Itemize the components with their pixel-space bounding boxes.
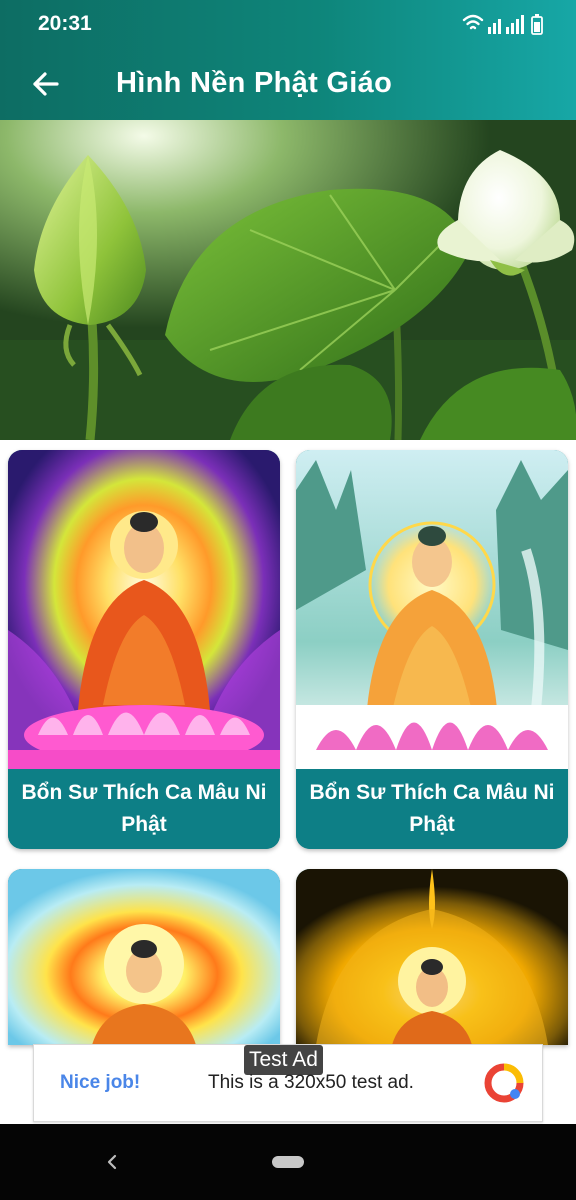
status-time: 20:31 — [38, 12, 92, 35]
ad-logo[interactable] — [484, 1063, 524, 1103]
wallpaper-card[interactable]: Bổn Sư Thích Ca Mâu Ni Phật — [296, 450, 568, 849]
ad-body-text[interactable]: This is a 320x50 test ad. — [208, 1072, 414, 1094]
wallpaper-card[interactable] — [296, 869, 568, 1045]
signal-icon — [488, 15, 524, 34]
buddha-image — [296, 869, 568, 1045]
admob-logo-icon — [484, 1063, 524, 1103]
wallpaper-title: Bổn Sư Thích Ca Mâu Ni Phật — [8, 769, 280, 849]
wifi-icon — [462, 14, 484, 30]
app-bar: 20:31 Hình Nền Phật Giáo — [0, 0, 576, 120]
status-icons — [462, 14, 543, 35]
chevron-left-icon — [107, 1154, 117, 1170]
nav-home-button[interactable] — [272, 1156, 304, 1168]
wallpaper-title: Bổn Sư Thích Ca Mâu Ni Phật — [296, 769, 568, 849]
nav-back-button[interactable] — [102, 1150, 122, 1174]
wallpaper-card[interactable]: Bổn Sư Thích Ca Mâu Ni Phật — [8, 450, 280, 849]
battery-icon — [531, 14, 543, 35]
arrow-left-icon — [33, 72, 59, 96]
ad-headline[interactable]: Nice job! — [60, 1072, 140, 1094]
ad-tag: Test Ad — [244, 1045, 323, 1075]
back-button[interactable] — [26, 64, 66, 104]
buddha-image — [8, 450, 280, 770]
lotus-header-image — [0, 120, 576, 440]
buddha-image — [296, 450, 568, 770]
page-title: Hình Nền Phật Giáo — [116, 67, 393, 99]
buddha-image — [8, 869, 280, 1045]
wallpaper-card[interactable] — [8, 869, 280, 1045]
